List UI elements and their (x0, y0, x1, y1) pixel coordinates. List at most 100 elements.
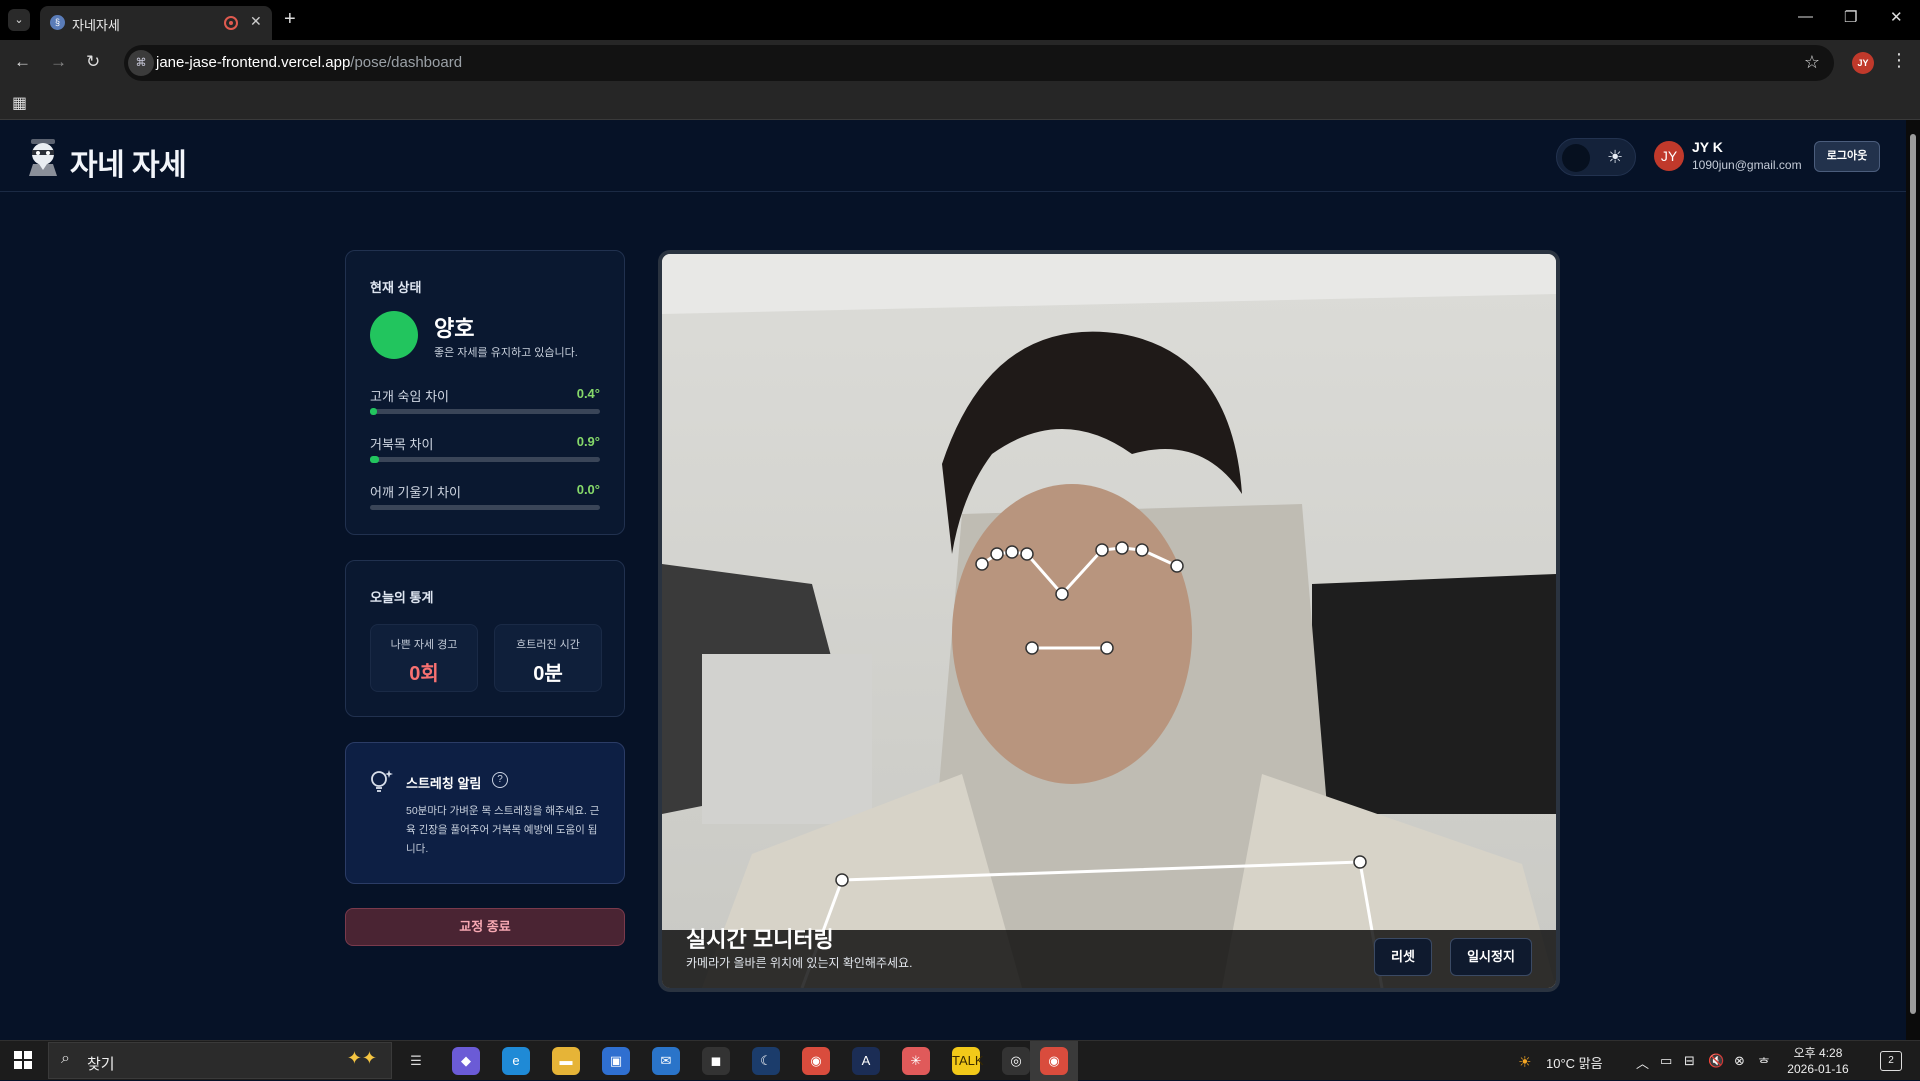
stretch-reminder-title: 스트레칭 알림 (406, 776, 482, 791)
metric-turtle-neck-fill (370, 456, 380, 463)
bad-posture-value: 0회 (409, 663, 439, 685)
metric-head-tilt-fill (370, 408, 377, 415)
windows-taskbar: ⌕ 찾기 ✦✦ ☰ ◆ e ▬ ▣ ✉ ◼ ☾ ◉ A ✳ TALK ◎ ◉ ☀… (0, 1040, 1920, 1081)
distracted-time-label: 흐트러진 시간 (516, 639, 580, 651)
scrollbar-thumb[interactable] (1910, 134, 1916, 1014)
person-face (952, 484, 1192, 784)
metric-turtle-neck-label: 거북목 차이 (370, 437, 434, 452)
reset-button[interactable]: 리셋 (1374, 938, 1432, 976)
bad-posture-label: 나쁜 자세 경고 (390, 639, 458, 651)
reload-icon[interactable]: ↻ (86, 52, 100, 72)
copilot-icon[interactable]: ◆ (452, 1047, 480, 1075)
tab-close-icon[interactable]: ✕ (250, 13, 262, 30)
logout-button[interactable]: 로그아웃 (1814, 141, 1880, 172)
app-cube-icon[interactable]: ◼ (702, 1047, 730, 1075)
windows-start-icon[interactable] (14, 1051, 32, 1069)
metric-turtle-neck-value: 0.9° (576, 434, 600, 449)
restore-icon[interactable]: ❐ (1844, 8, 1857, 26)
volume-muted-icon[interactable]: 🔇 (1708, 1053, 1724, 1069)
left-desk (702, 654, 872, 824)
task-view-icon[interactable]: ☰ (402, 1047, 430, 1075)
metric-head-tilt-bar (370, 408, 600, 415)
obs-icon[interactable]: ◎ (1002, 1047, 1030, 1075)
weather-icon: ☀ (1518, 1054, 1532, 1071)
metric-shoulder-tilt-bar (370, 505, 600, 510)
tab-title: 자네자세 (72, 18, 120, 33)
page-scrollbar[interactable] (1906, 120, 1920, 1040)
status-description: 좋은 자세를 유지하고 있습니다. (434, 347, 578, 359)
today-stats-card: 오늘의 통계 나쁜 자세 경고 0회 흐트러진 시간 0분 (345, 560, 625, 717)
logo-mascot-icon (29, 139, 57, 176)
site-info-icon[interactable]: ⌘ (128, 50, 154, 76)
url-path: /pose/dashboard (350, 54, 463, 71)
user-name: JY K (1692, 139, 1723, 155)
chrome-active-icon[interactable]: ◉ (1040, 1047, 1068, 1075)
browser-tab-active[interactable]: § 자네자세 ✕ (40, 6, 272, 40)
current-status-card: 현재 상태 양호 좋은 자세를 유지하고 있습니다. 고개 숙임 차이 0.4°… (345, 250, 625, 535)
bookmark-star-icon[interactable]: ☆ (1804, 52, 1820, 73)
tray-x-icon[interactable]: ⊗ (1734, 1053, 1745, 1069)
mail-icon[interactable]: ✉ (652, 1047, 680, 1075)
app-wave-icon[interactable]: ☾ (752, 1047, 780, 1075)
app-logo-text[interactable]: 자네 자세 (70, 140, 187, 184)
clock-date: 2026-01-16 (1787, 1062, 1849, 1076)
status-indicator-dot (370, 311, 418, 359)
back-arrow-icon[interactable]: ← (14, 52, 31, 72)
metric-turtle-neck-bar (370, 456, 600, 463)
notification-badge[interactable]: 2 (1880, 1051, 1902, 1071)
taskbar-search[interactable]: ⌕ 찾기 ✦✦ (48, 1042, 392, 1079)
clock-time: 오후 4:28 (1793, 1046, 1843, 1060)
theme-toggle[interactable]: ☀ (1556, 138, 1636, 176)
tray-app-icon[interactable]: ▭ (1660, 1053, 1672, 1069)
forward-arrow-icon[interactable]: → (50, 52, 67, 72)
network-icon[interactable]: ⊟ (1684, 1053, 1695, 1069)
tray-chevron-icon[interactable]: ︿ (1636, 1053, 1649, 1072)
metric-head-tilt-label: 고개 숙임 차이 (370, 389, 449, 404)
distracted-time-stat: 흐트러진 시간 0분 (494, 624, 602, 692)
new-tab-plus-icon[interactable]: + (284, 8, 296, 31)
chrome-profile-icon[interactable]: ◉ (802, 1047, 830, 1075)
user-email: 1090jun@gmail.com (1692, 158, 1802, 172)
webcam-scene (662, 254, 1556, 988)
browser-tabstrip: ⌄ § 자네자세 ✕ + — ❐ ✕ (0, 0, 1920, 40)
metric-shoulder-tilt-label: 어깨 기울기 차이 (370, 485, 461, 500)
camera-feed: 실시간 모니터링 카메라가 올바른 위치에 있는지 확인해주세요. 리셋 일시정… (658, 250, 1560, 992)
weather-text[interactable]: 10°C 맑음 (1546, 1053, 1603, 1072)
app-star-icon[interactable]: ✳ (902, 1047, 930, 1075)
stretch-reminder-card: 스트레칭 알림 ? 50분마다 가벼운 목 스트레칭을 해주세요. 근육 긴장을… (345, 742, 625, 884)
user-avatar[interactable]: JY (1654, 141, 1684, 171)
lightbulb-icon (371, 770, 393, 792)
ime-icon[interactable]: ᄒ (1758, 1053, 1770, 1072)
end-correction-button[interactable]: 교정 종료 (345, 908, 625, 946)
file-explorer-icon[interactable]: ▬ (552, 1047, 580, 1075)
app-header: 자네 자세 ☀ JY JY K 1090jun@gmail.com 로그아웃 (0, 120, 1906, 192)
taskbar-search-text: 찾기 (87, 1056, 115, 1073)
help-question-icon[interactable]: ? (492, 772, 508, 788)
pause-button[interactable]: 일시정지 (1450, 938, 1532, 976)
kakaotalk-icon[interactable]: TALK (952, 1047, 984, 1075)
edge-icon[interactable]: e (502, 1047, 530, 1075)
metric-shoulder-tilt-value: 0.0° (576, 482, 600, 497)
address-bar[interactable]: ⌘ jane-jase-frontend.vercel.app/pose/das… (124, 45, 1834, 81)
apps-grid-icon[interactable]: ▦ (12, 93, 27, 113)
window-close-icon[interactable]: ✕ (1890, 8, 1903, 26)
taskbar-clock[interactable]: 오후 4:28 2026-01-16 (1778, 1045, 1858, 1077)
app-a-icon[interactable]: A (852, 1047, 880, 1075)
store-icon[interactable]: ▣ (602, 1047, 630, 1075)
browser-toolbar: ← → ↻ ⌘ jane-jase-frontend.vercel.app/po… (0, 40, 1920, 86)
app-page: 자네 자세 ☀ JY JY K 1090jun@gmail.com 로그아웃 현… (0, 120, 1906, 1040)
browser-menu-icon[interactable]: ⋮ (1890, 50, 1908, 71)
distracted-time-value: 0분 (533, 663, 563, 685)
browser-profile-avatar[interactable]: JY (1852, 52, 1874, 74)
recording-indicator-icon (224, 16, 238, 30)
camera-title: 실시간 모니터링 (686, 927, 834, 952)
minimize-icon[interactable]: — (1798, 8, 1813, 25)
site-favicon-icon: § (50, 15, 65, 30)
camera-subtitle: 카메라가 올바른 위치에 있는지 확인해주세요. (686, 956, 913, 970)
address-url: jane-jase-frontend.vercel.app/pose/dashb… (156, 54, 462, 71)
bookmarks-bar: ▦ (0, 86, 1920, 120)
sun-icon: ☀ (1607, 147, 1624, 167)
status-label: 양호 (434, 316, 475, 341)
toggle-knob (1562, 144, 1590, 172)
tab-list-chevron-icon[interactable]: ⌄ (8, 9, 30, 31)
